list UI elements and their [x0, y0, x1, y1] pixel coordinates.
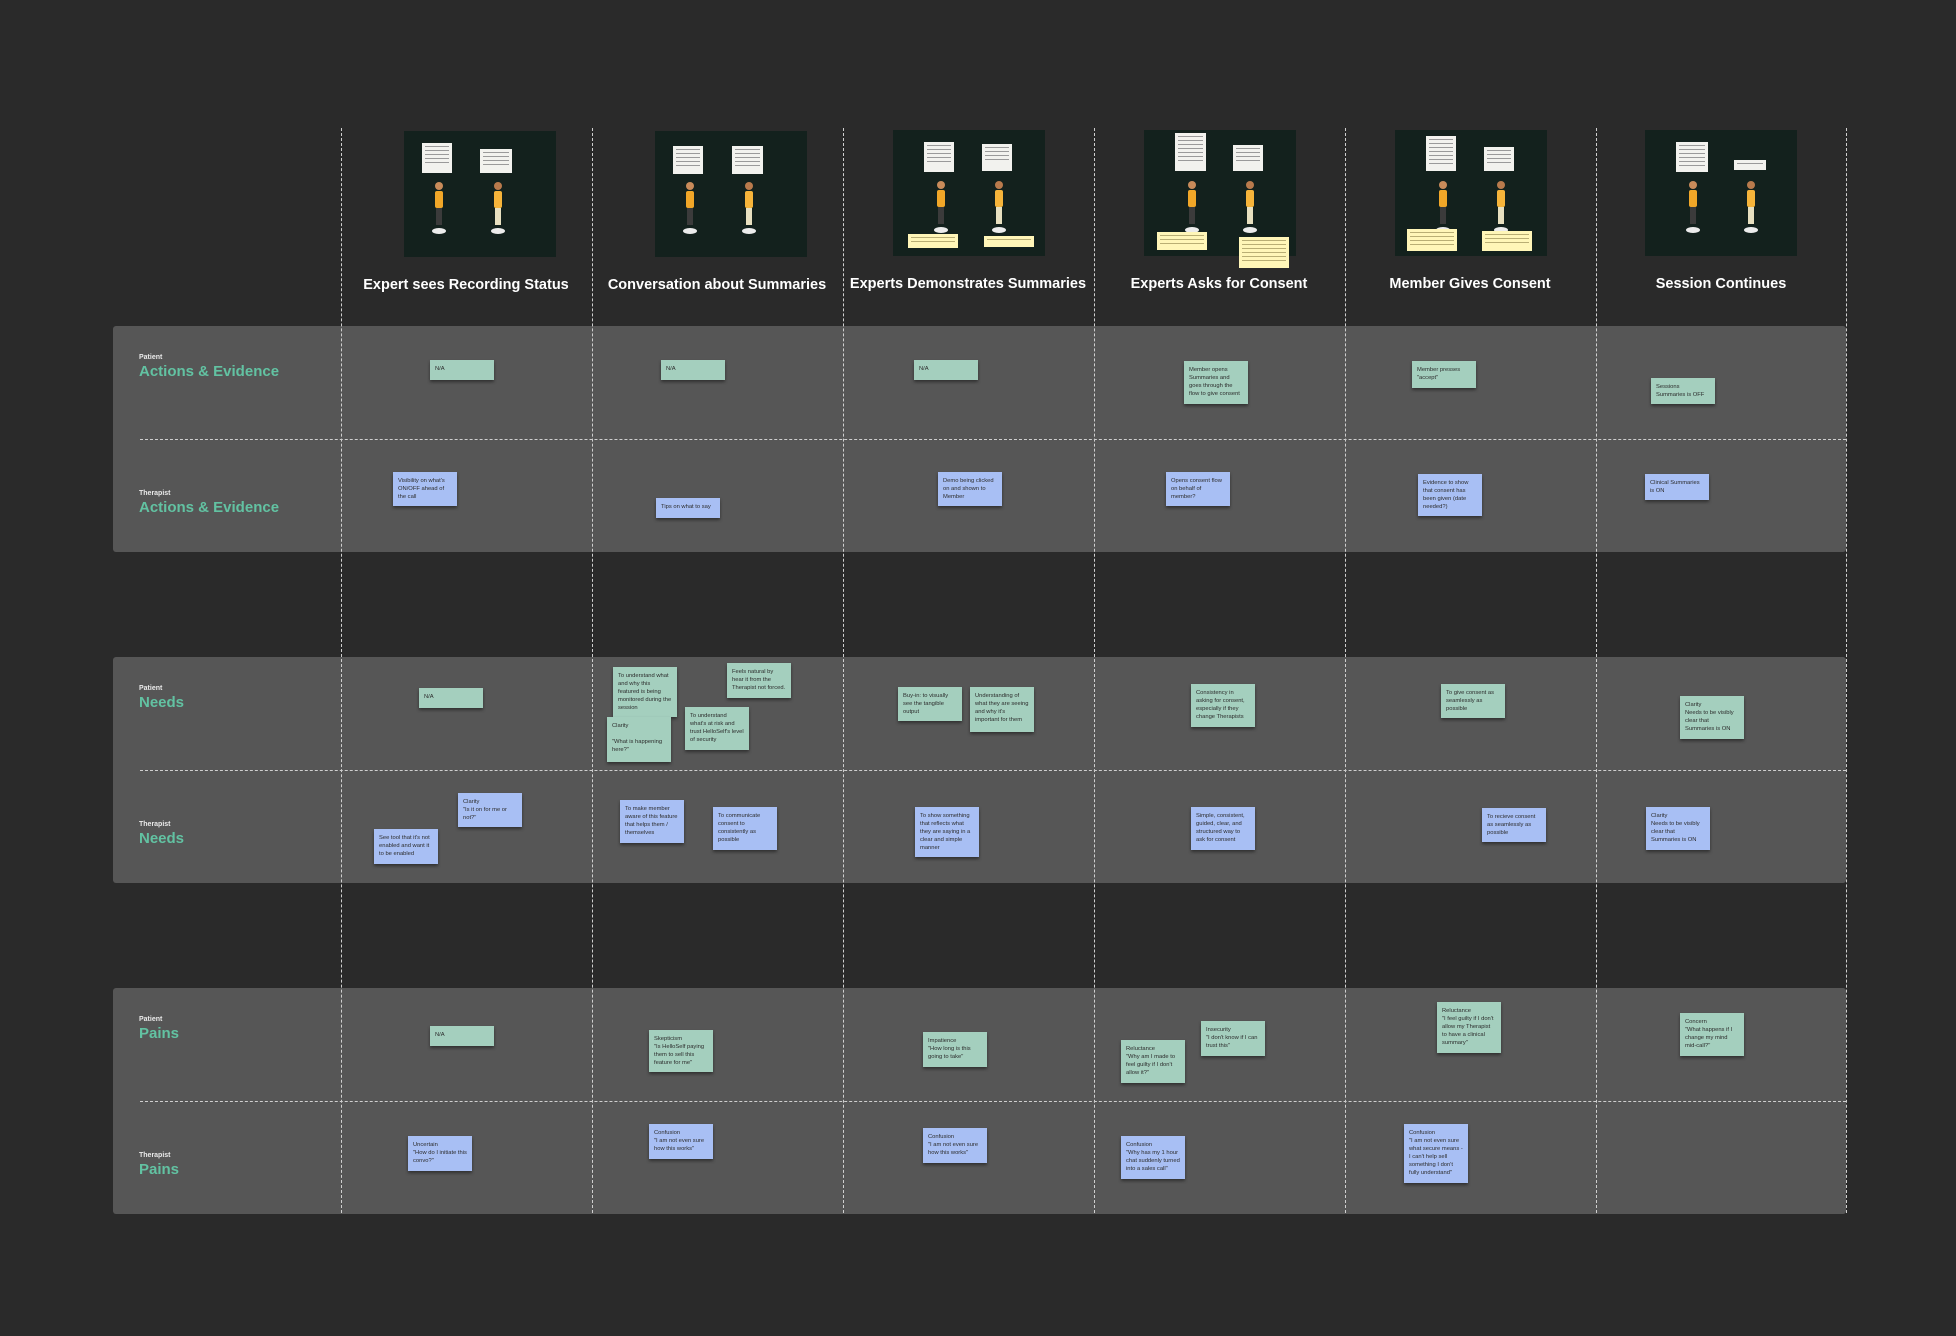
sticky-note[interactable]: To understand what's at risk and trust H… [685, 707, 749, 750]
column-heading: Member Gives Consent [1389, 276, 1551, 292]
sticky-note[interactable]: See tool that it's not enabled and want … [374, 829, 438, 864]
sticky-note[interactable]: Skepticism "Is HelloSelf paying them to … [649, 1030, 713, 1072]
sticky-note[interactable]: N/A [419, 688, 483, 708]
sticky-note[interactable]: Concern "What happens if I change my min… [1680, 1013, 1744, 1056]
sticky-note[interactable]: Reluctance "I feel guilty if I don't all… [1437, 1002, 1501, 1053]
sticky-note[interactable]: N/A [661, 360, 725, 380]
sticky-note[interactable]: Clarity Needs to be visibly clear that S… [1680, 696, 1744, 739]
storyboard-thumbnail[interactable] [655, 131, 807, 257]
row-role: Therapist [139, 821, 171, 828]
storyboard-thumbnail[interactable] [404, 131, 556, 257]
sticky-note[interactable]: Confusion "Why has my 1 hour chat sudden… [1121, 1136, 1185, 1179]
column-heading: Experts Demonstrates Summaries [849, 276, 1087, 292]
row-label-patient-pains: Patient Pains [139, 1015, 179, 1044]
row-title: Pains [139, 1161, 180, 1178]
sticky-note[interactable]: Evidence to show that consent has been g… [1418, 474, 1482, 516]
column-heading: Expert sees Recording Status [363, 277, 569, 293]
row-label-therapist-needs: Therapist Needs [139, 820, 184, 849]
actions-divider [140, 439, 1846, 440]
row-role: Therapist [139, 490, 171, 497]
row-title: Actions & Evidence [139, 499, 280, 516]
sticky-note[interactable]: To show something that reflects what the… [915, 807, 979, 857]
sticky-note[interactable]: Understanding of what they are seeing an… [970, 687, 1034, 732]
row-label-patient-needs: Patient Needs [139, 684, 184, 713]
sticky-note[interactable]: Tips on what to say [656, 498, 720, 518]
sticky-note[interactable]: Member opens Summaries and goes through … [1184, 361, 1248, 404]
sticky-note[interactable]: Clarity "What is happening here?" [607, 717, 671, 762]
row-title: Pains [139, 1025, 180, 1042]
row-label-therapist-actions: Therapist Actions & Evidence [139, 489, 279, 518]
sticky-note[interactable]: To make member aware of this feature tha… [620, 800, 684, 843]
row-role: Patient [139, 685, 163, 692]
storyboard-thumbnail[interactable] [1645, 130, 1797, 256]
sticky-note[interactable]: To give consent as seamlessly as possibl… [1441, 684, 1505, 718]
sticky-note[interactable]: Reluctance "Why am I made to feel guilty… [1121, 1040, 1185, 1083]
sticky-note[interactable]: Clarity "Is it on for me or not?" [458, 793, 522, 827]
row-title: Actions & Evidence [139, 363, 280, 380]
row-role: Therapist [139, 1152, 171, 1159]
sticky-note[interactable]: Consistency in asking for consent, espec… [1191, 684, 1255, 727]
sticky-note[interactable]: Clinical Summaries is ON [1645, 474, 1709, 500]
column-divider [1846, 128, 1847, 1213]
row-label-patient-actions: Patient Actions & Evidence [139, 353, 279, 382]
column-heading: Conversation about Summaries [607, 277, 827, 293]
column-heading: Experts Asks for Consent [1130, 276, 1308, 292]
sticky-note[interactable]: Uncertain "How do I initiate this convo?… [408, 1136, 472, 1171]
storyboard-thumbnail[interactable] [893, 130, 1045, 256]
sticky-note[interactable]: Confusion "I am not even sure how this w… [923, 1128, 987, 1163]
sticky-note[interactable]: Visibility on what's ON/OFF ahead of the… [393, 472, 457, 506]
sticky-note[interactable]: To understand what and why this featured… [613, 667, 677, 717]
column-heading: Session Continues [1655, 276, 1787, 292]
sticky-note[interactable]: Impatience "How long is this going to ta… [923, 1032, 987, 1067]
sticky-note[interactable]: Confusion "I am not even sure what secur… [1404, 1124, 1468, 1183]
sticky-note[interactable]: N/A [430, 360, 494, 380]
sticky-note[interactable]: Insecurity "I don't know if I can trust … [1201, 1021, 1265, 1056]
sticky-note[interactable]: Buy-in: to visually see the tangible out… [898, 687, 962, 721]
sticky-note[interactable]: To recieve consent as seamlessly as poss… [1482, 808, 1546, 842]
sticky-note[interactable]: Confusion "I am not even sure how this w… [649, 1124, 713, 1159]
sticky-note[interactable]: Member presses "accept" [1412, 361, 1476, 388]
sticky-note[interactable]: Clarity Needs to be visibly clear that S… [1646, 807, 1710, 850]
pains-divider [140, 1101, 1846, 1102]
row-label-therapist-pains: Therapist Pains [139, 1151, 179, 1180]
needs-divider [140, 770, 1846, 771]
sticky-note[interactable]: Demo being clicked on and shown to Membe… [938, 472, 1002, 506]
sticky-note[interactable]: Sessions Summaries is OFF [1651, 378, 1715, 404]
sticky-note[interactable]: N/A [914, 360, 978, 380]
sticky-note[interactable]: Feels natural by hear it from the Therap… [727, 663, 791, 698]
sticky-note[interactable]: To communicate consent to consistently a… [713, 807, 777, 850]
row-role: Patient [139, 1016, 163, 1023]
sticky-note[interactable]: Simple, consistent, guided, clear, and s… [1191, 807, 1255, 850]
storyboard-thumbnail[interactable] [1144, 130, 1296, 268]
row-role: Patient [139, 354, 163, 361]
row-title: Needs [139, 830, 185, 847]
storyboard-thumbnail[interactable] [1395, 130, 1547, 256]
row-title: Needs [139, 694, 185, 711]
sticky-note[interactable]: N/A [430, 1026, 494, 1046]
sticky-note[interactable]: Opens consent flow on behalf of member? [1166, 472, 1230, 506]
